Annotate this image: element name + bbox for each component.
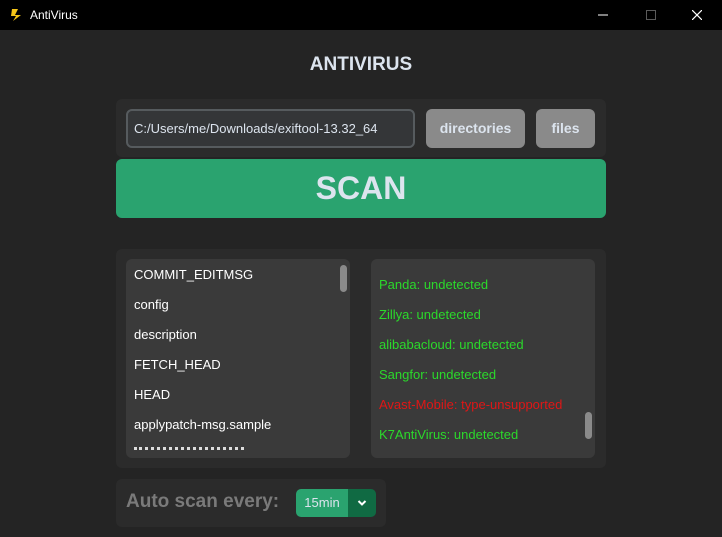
files-list[interactable]: COMMIT_EDITMSG config description FETCH_… [126,259,350,458]
path-input-value: C:/Users/me/Downloads/exiftool-13.32_64 [134,121,378,136]
result-item: Zillya: undetected [379,307,481,322]
auto-scan-interval-dropdown[interactable]: 15min [296,489,376,517]
app-logo-icon [11,9,21,21]
minimize-icon [598,14,608,16]
title-bar: AntiVirus [0,0,722,30]
maximize-icon [646,10,656,20]
directories-button[interactable]: directories [426,109,525,148]
files-list-scrollbar[interactable] [340,265,347,292]
list-item[interactable]: config [134,297,169,312]
list-item[interactable]: HEAD [134,387,170,402]
maximize-button[interactable] [628,0,674,30]
window-title: AntiVirus [30,8,78,22]
close-button[interactable] [674,0,720,30]
path-input[interactable]: C:/Users/me/Downloads/exiftool-13.32_64 [126,109,415,148]
result-item: K7AntiVirus: undetected [379,427,519,442]
list-item[interactable]: FETCH_HEAD [134,357,221,372]
page-title: ANTIVIRUS [309,54,413,75]
scan-button[interactable]: SCAN [116,159,606,218]
results-list-scrollbar[interactable] [585,412,592,439]
results-list[interactable]: Panda: undetected Zillya: undetected ali… [371,259,595,458]
list-item-partial [134,447,244,454]
minimize-button[interactable] [580,0,626,30]
chevron-down-icon [357,500,367,506]
auto-scan-label: Auto scan every: [126,491,280,512]
list-item[interactable]: description [134,327,197,342]
list-item[interactable]: COMMIT_EDITMSG [134,267,253,282]
result-item: alibabacloud: undetected [379,337,524,352]
dropdown-arrow-button[interactable] [348,489,376,517]
files-button[interactable]: files [536,109,595,148]
list-item[interactable]: applypatch-msg.sample [134,417,271,432]
result-item: Avast-Mobile: type-unsupported [379,397,563,412]
close-icon [692,10,702,20]
result-item: Panda: undetected [379,277,489,292]
auto-scan-interval-value[interactable]: 15min [296,489,348,517]
result-item: Sangfor: undetected [379,367,497,382]
